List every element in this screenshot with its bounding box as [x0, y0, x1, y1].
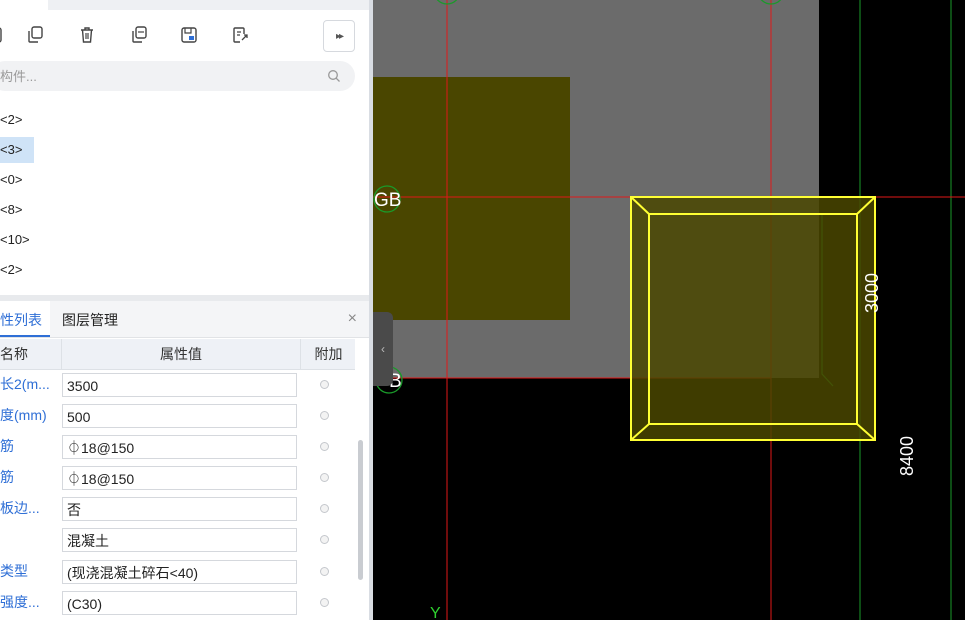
property-name: 类型 [0, 563, 28, 579]
delete-icon [81, 27, 93, 43]
copy-icon [28, 26, 43, 43]
property-value-field[interactable]: ⏀18@150 [62, 435, 297, 459]
collapse-icon: ‹ [381, 342, 385, 356]
tab-property-list[interactable]: 性列表 [0, 301, 50, 337]
extra-radio[interactable] [320, 567, 329, 576]
duplicate-icon [132, 26, 147, 43]
header-name: 名称 [0, 346, 28, 362]
tab-layer-manager[interactable]: 图层管理 [62, 301, 132, 337]
drawing-canvas[interactable]: GB B Y 3000 8400 [373, 0, 965, 620]
duplicate-button[interactable] [124, 20, 154, 50]
property-name [0, 524, 60, 555]
table-row: 类型 (现浇混凝土碎石<40) [0, 556, 355, 587]
property-value-field[interactable]: 混凝土 [62, 528, 297, 552]
property-name: 长2(m... [0, 376, 50, 392]
table-row: 筋 ⏀18@150 [0, 462, 355, 493]
extra-radio[interactable] [320, 535, 329, 544]
cad-view[interactable]: GB B Y 3000 8400 [373, 0, 965, 620]
property-name: 板边... [0, 500, 40, 516]
extra-radio[interactable] [320, 411, 329, 420]
property-value-field[interactable]: 3500 [62, 373, 297, 397]
component-toolbar: ▸▸ [0, 14, 370, 58]
table-row: 强度... (C30) [0, 587, 355, 618]
top-tab-active[interactable] [0, 0, 48, 10]
top-tab-strip [0, 0, 370, 10]
component-block[interactable] [373, 77, 570, 320]
tree-item-selected[interactable]: <3> [0, 137, 35, 163]
extra-radio[interactable] [320, 442, 329, 451]
extra-radio[interactable] [320, 598, 329, 607]
search-box [0, 61, 355, 91]
property-name: 筋 [0, 469, 14, 485]
property-value-field[interactable]: (C30) [62, 591, 297, 615]
extra-radio[interactable] [320, 473, 329, 482]
property-value-field[interactable]: 否 [62, 497, 297, 521]
extra-radio[interactable] [320, 504, 329, 513]
header-value: 属性值 [61, 339, 300, 369]
table-row: 筋 ⏀18@150 [0, 431, 355, 462]
more-button[interactable]: ▸▸ [323, 20, 355, 52]
property-value-field[interactable]: ⏀18@150 [62, 466, 297, 490]
table-row: 混凝土 [0, 524, 355, 555]
collapse-panel-handle[interactable]: ‹ [373, 312, 393, 386]
dimension-3000: 3000 [862, 273, 882, 313]
delete-component-button[interactable] [72, 20, 102, 50]
property-scrollbar[interactable] [358, 440, 363, 580]
property-value-field[interactable]: 500 [62, 404, 297, 428]
property-name: 度(mm) [0, 407, 47, 423]
tree-item[interactable]: <2> [0, 107, 28, 133]
property-panel-tabs: 性列表 图层管理 × [0, 301, 370, 338]
selected-footing[interactable] [630, 196, 876, 441]
axis-label-gb: GB [374, 190, 401, 211]
tree-item[interactable]: <2> [0, 257, 28, 283]
close-icon[interactable]: × [348, 310, 357, 328]
axis-label-y: Y [430, 605, 441, 620]
export-icon [233, 27, 248, 43]
tree-item[interactable]: <10> [0, 227, 36, 253]
table-row: 长2(m... 3500 [0, 369, 355, 400]
extra-radio[interactable] [320, 380, 329, 389]
table-row: 度(mm) 500 [0, 400, 355, 431]
save-floor-button[interactable] [174, 20, 204, 50]
table-row: 板边... 否 [0, 493, 355, 524]
property-value-field[interactable]: (现浇混凝土碎石<40) [62, 560, 297, 584]
tree-item[interactable]: <0> [0, 167, 28, 193]
dimension-8400: 8400 [897, 436, 917, 476]
new-component-icon [0, 27, 2, 43]
new-component-button[interactable] [0, 20, 20, 50]
left-panel: ▸▸ <2> <3> <0> <8> <10> <2> 性列表 图层管理 × 名… [0, 0, 370, 620]
search-icon[interactable] [327, 69, 341, 83]
tree-item[interactable]: <8> [0, 197, 28, 223]
save-floor-icon [181, 27, 197, 43]
copy-component-button[interactable] [20, 20, 50, 50]
search-input[interactable] [0, 61, 310, 91]
property-table-header: 名称 属性值 附加 [0, 339, 355, 370]
header-extra: 附加 [300, 339, 356, 369]
export-button[interactable] [225, 20, 255, 50]
more-icon: ▸▸ [335, 30, 344, 42]
property-name: 强度... [0, 594, 40, 610]
property-name: 筋 [0, 438, 14, 454]
